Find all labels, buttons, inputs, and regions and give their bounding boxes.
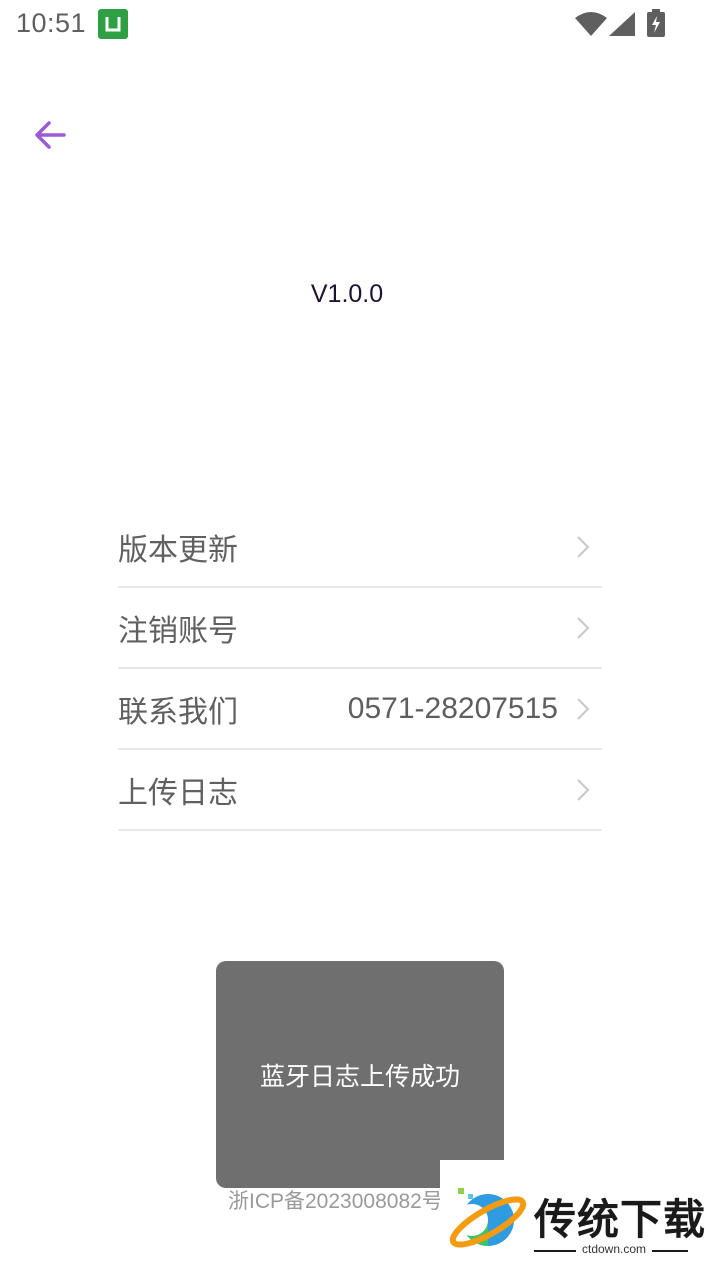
settings-menu: 版本更新 注销账号 联系我们 0571-28207515 上传日志 bbox=[118, 507, 602, 831]
signal-icon bbox=[609, 12, 635, 36]
menu-item-label: 注销账号 bbox=[118, 613, 238, 649]
contact-phone: 0571-28207515 bbox=[347, 691, 558, 725]
menu-item-label: 联系我们 bbox=[118, 694, 238, 730]
chevron-right-icon bbox=[577, 535, 590, 558]
about-screen: 10:51 V1.0.0 版本更新 注销账号 联系我们 0571-2820751… bbox=[0, 0, 720, 1280]
arrow-left-icon bbox=[35, 121, 66, 149]
menu-item-label: 上传日志 bbox=[118, 775, 238, 811]
watermark-subtitle: ctdown.com bbox=[576, 1242, 653, 1256]
app-version: V1.0.0 bbox=[310, 280, 384, 308]
toast: 蓝牙日志上传成功 bbox=[216, 961, 504, 1188]
menu-item-label: 版本更新 bbox=[118, 532, 238, 568]
notification-app-icon bbox=[98, 9, 128, 39]
menu-item-version-update[interactable]: 版本更新 bbox=[118, 507, 602, 588]
watermark-logo-icon bbox=[449, 1188, 527, 1248]
chevron-right-icon bbox=[577, 616, 590, 639]
menu-item-contact-us[interactable]: 联系我们 0571-28207515 bbox=[118, 669, 602, 750]
wifi-icon bbox=[575, 12, 607, 36]
status-time: 10:51 bbox=[16, 8, 87, 38]
battery-charging-icon bbox=[647, 9, 665, 37]
chevron-right-icon bbox=[577, 778, 590, 801]
toast-message: 蓝牙日志上传成功 bbox=[259, 1061, 460, 1091]
chevron-right-icon bbox=[577, 697, 590, 720]
status-bar: 10:51 bbox=[0, 0, 720, 50]
menu-item-delete-account[interactable]: 注销账号 bbox=[118, 588, 602, 669]
icp-record: 浙ICP备2023008082号 bbox=[228, 1190, 440, 1213]
back-button[interactable] bbox=[30, 115, 70, 155]
watermark: 传统下载 ctdown.com bbox=[440, 1160, 720, 1280]
watermark-title: 传统下载 bbox=[534, 1195, 707, 1244]
menu-item-upload-log[interactable]: 上传日志 bbox=[118, 750, 602, 831]
